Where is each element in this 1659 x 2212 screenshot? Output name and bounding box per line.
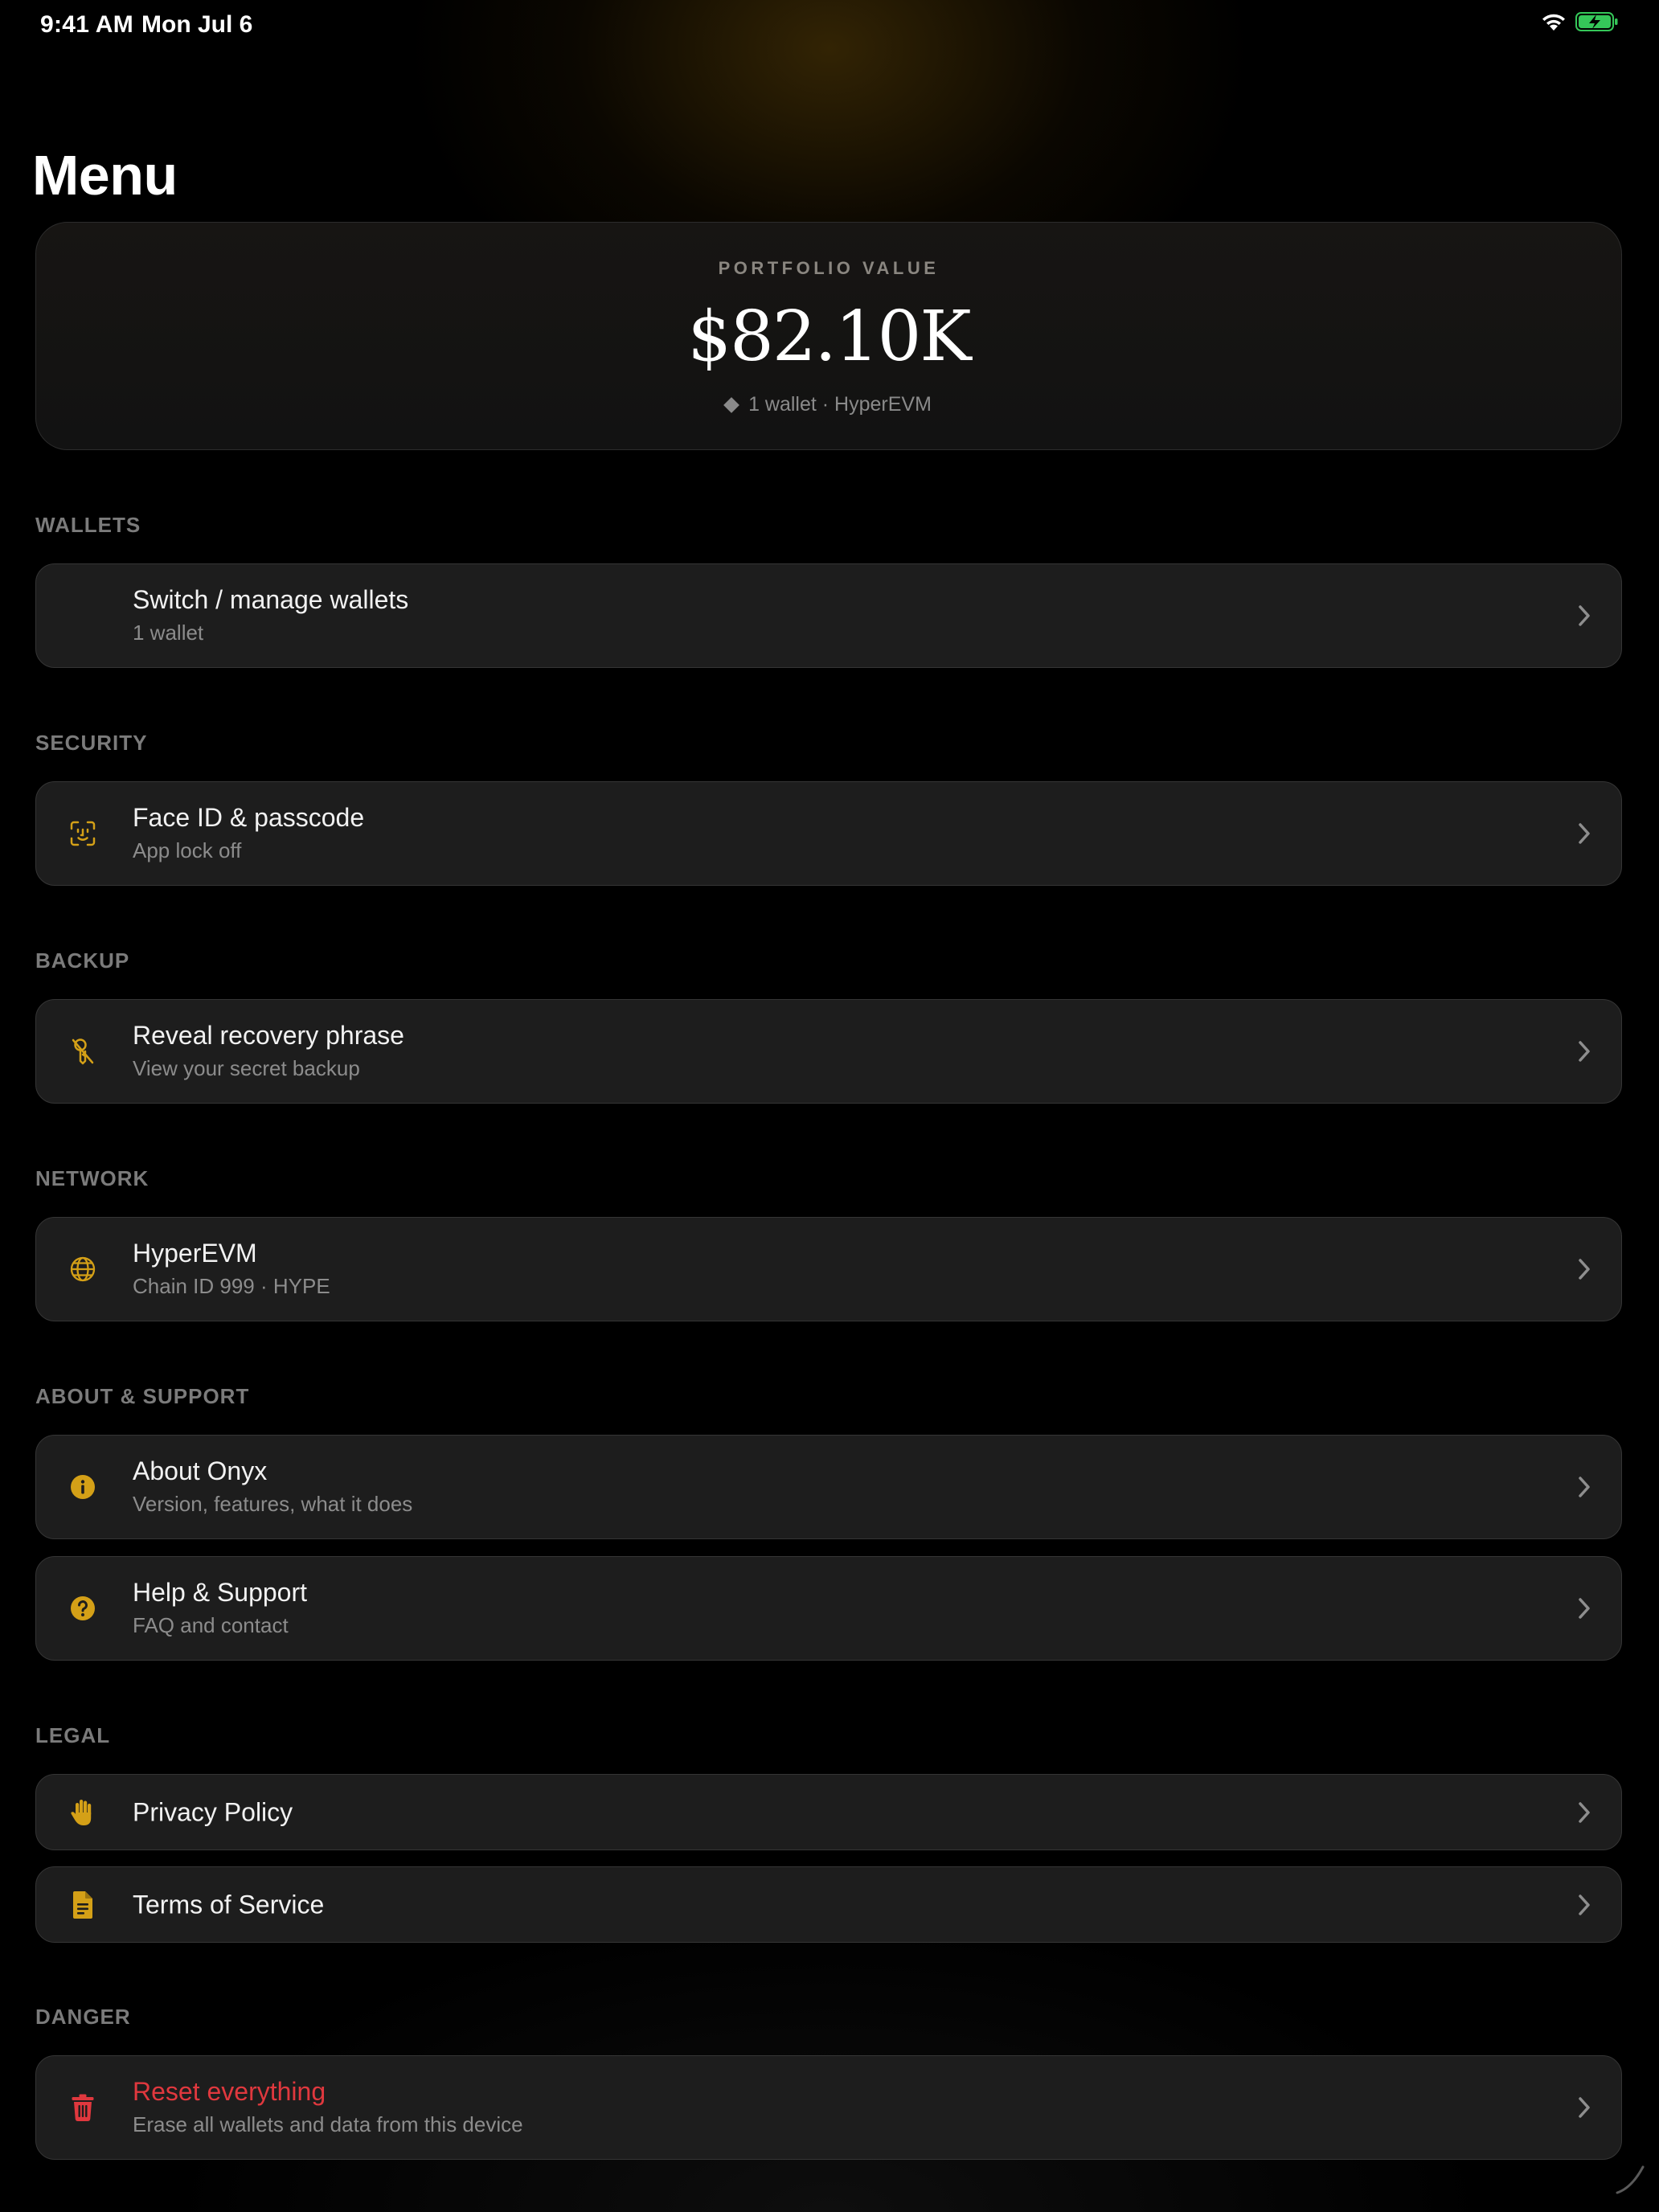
menu-item-about[interactable]: About Onyx Version, features, what it do… bbox=[35, 1435, 1622, 1539]
hand-icon bbox=[67, 1796, 99, 1829]
menu-item-subtitle: FAQ and contact bbox=[133, 1613, 289, 1637]
chevron-right-icon bbox=[1579, 1477, 1590, 1497]
menu-item-subtitle: 1 wallet bbox=[133, 621, 204, 645]
section-label-backup: BACKUP bbox=[35, 948, 130, 973]
scroll-indicator bbox=[1616, 2165, 1645, 2194]
key-slash-icon bbox=[67, 1035, 99, 1067]
menu-item-title: Face ID & passcode bbox=[133, 803, 365, 832]
diamond-icon bbox=[723, 396, 739, 413]
menu-item-title: HyperEVM bbox=[133, 1239, 257, 1268]
battery-charging-icon bbox=[1575, 11, 1619, 36]
chevron-right-icon bbox=[1579, 2097, 1590, 2118]
menu-item-subtitle: View your secret backup bbox=[133, 1056, 360, 1080]
menu-item-title: Switch / manage wallets bbox=[133, 585, 409, 614]
menu-item-title: Reveal recovery phrase bbox=[133, 1021, 404, 1050]
menu-item-help-support[interactable]: Help & Support FAQ and contact bbox=[35, 1556, 1622, 1661]
menu-item-reset-everything[interactable]: Reset everything Erase all wallets and d… bbox=[35, 2055, 1622, 2160]
menu-item-title: Terms of Service bbox=[133, 1890, 325, 1919]
chevron-right-icon bbox=[1579, 605, 1590, 626]
menu-item-manage-wallets[interactable]: Switch / manage wallets 1 wallet bbox=[35, 563, 1622, 668]
status-date: Mon Jul 6 bbox=[141, 11, 253, 38]
menu-item-title: Privacy Policy bbox=[133, 1797, 293, 1826]
trash-icon bbox=[67, 2091, 99, 2124]
section-label-wallets: WALLETS bbox=[35, 513, 141, 537]
section-label-danger: DANGER bbox=[35, 2005, 131, 2029]
menu-item-subtitle: Erase all wallets and data from this dev… bbox=[133, 2112, 523, 2136]
menu-item-subtitle: Chain ID 999 · HYPE bbox=[133, 1274, 330, 1298]
chevron-right-icon bbox=[1579, 1598, 1590, 1619]
chevron-right-icon bbox=[1579, 1259, 1590, 1280]
chevron-right-icon bbox=[1579, 1894, 1590, 1915]
menu-item-reveal-phrase[interactable]: Reveal recovery phrase View your secret … bbox=[35, 999, 1622, 1104]
info-icon bbox=[67, 1471, 99, 1503]
menu-item-face-id[interactable]: Face ID & passcode App lock off bbox=[35, 781, 1622, 886]
document-icon bbox=[67, 1889, 99, 1921]
portfolio-subtitle-row: 1 wallet · HyperEVM bbox=[36, 393, 1621, 416]
chevron-right-icon bbox=[1579, 1801, 1590, 1823]
section-label-about-support: ABOUT & SUPPORT bbox=[35, 1384, 250, 1408]
status-time: 9:41 AM bbox=[40, 11, 134, 38]
section-label-security: SECURITY bbox=[35, 731, 148, 755]
question-icon bbox=[67, 1592, 99, 1624]
page-title: Menu bbox=[32, 144, 178, 207]
menu-item-privacy-policy[interactable]: Privacy Policy bbox=[35, 1774, 1622, 1850]
menu-item-title: Help & Support bbox=[133, 1578, 308, 1607]
menu-item-title: About Onyx bbox=[133, 1456, 268, 1485]
menu-item-network[interactable]: HyperEVM Chain ID 999 · HYPE bbox=[35, 1217, 1622, 1321]
menu-item-subtitle: Version, features, what it does bbox=[133, 1492, 413, 1516]
menu-item-title: Reset everything bbox=[133, 2077, 326, 2106]
portfolio-card: PORTFOLIO VALUE $82.10K 1 wallet · Hyper… bbox=[35, 222, 1622, 450]
portfolio-value: $82.10K bbox=[687, 297, 971, 377]
status-bar: 9:41 AM Mon Jul 6 bbox=[0, 0, 1659, 51]
section-label-network: NETWORK bbox=[35, 1166, 150, 1190]
globe-icon bbox=[67, 1253, 99, 1285]
chevron-right-icon bbox=[1579, 823, 1590, 844]
section-label-legal: LEGAL bbox=[35, 1723, 111, 1747]
menu-item-terms-of-service[interactable]: Terms of Service bbox=[35, 1866, 1622, 1943]
portfolio-subtitle: 1 wallet · HyperEVM bbox=[748, 393, 932, 416]
portfolio-label: PORTFOLIO VALUE bbox=[718, 258, 940, 278]
face-id-icon bbox=[67, 817, 99, 850]
chevron-right-icon bbox=[1579, 1041, 1590, 1062]
menu-item-subtitle: App lock off bbox=[133, 838, 242, 862]
status-indicators bbox=[1540, 11, 1619, 36]
wifi-icon bbox=[1540, 11, 1567, 36]
